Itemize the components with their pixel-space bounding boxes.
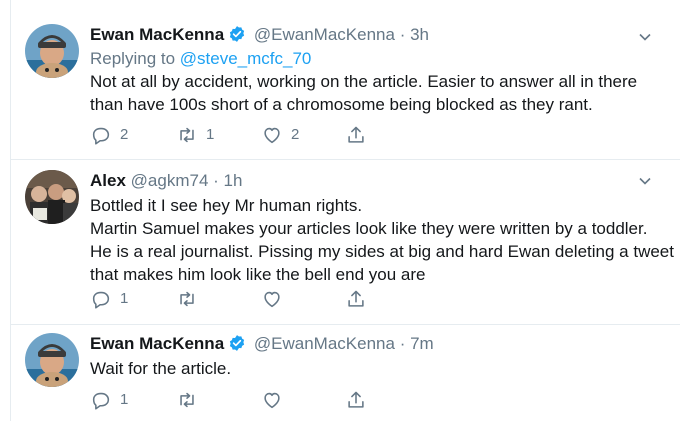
retweet-button[interactable]: 1 <box>176 124 214 146</box>
user-handle[interactable]: @EwanMacKenna <box>254 334 395 353</box>
avatar[interactable] <box>25 170 79 224</box>
tweet-text-line: Martin Samuel makes your articles look l… <box>90 219 648 238</box>
reply-icon <box>92 127 110 145</box>
chevron-down-icon[interactable] <box>638 30 652 44</box>
heart-icon <box>264 127 280 144</box>
tweet-text-line: that makes him look like the bell end yo… <box>90 265 426 284</box>
tweet-text: Wait for the article. <box>90 357 670 380</box>
timestamp[interactable]: · 3h <box>400 25 429 44</box>
tweet-actions: 2 1 2 <box>90 124 390 146</box>
display-name[interactable]: Alex <box>90 171 126 190</box>
user-handle[interactable]: @agkm74 <box>131 171 209 190</box>
tweet-header: Ewan MacKenna @EwanMacKenna · 3h <box>90 24 429 48</box>
display-name[interactable]: Ewan MacKenna <box>90 334 224 353</box>
share-icon <box>348 391 364 408</box>
retweet-icon <box>180 392 194 408</box>
tweet-text-line: Not at all by accident, working on the a… <box>90 72 638 91</box>
retweet-icon <box>180 127 194 143</box>
share-icon <box>348 126 364 143</box>
share-button[interactable] <box>345 389 367 411</box>
share-button[interactable] <box>345 288 367 310</box>
tweet-text: Not at all by accident, working on the a… <box>90 70 670 116</box>
display-name[interactable]: Ewan MacKenna <box>90 25 224 44</box>
reply-count: 1 <box>120 290 129 307</box>
tweet-actions: 1 <box>90 288 390 310</box>
retweet-button[interactable] <box>176 288 206 310</box>
tweet[interactable]: Ewan MacKenna @EwanMacKenna · 7m Wait fo… <box>10 325 680 421</box>
verified-badge-icon <box>228 25 246 49</box>
tweet-text-line: He is a real journalist. Pissing my side… <box>90 242 674 261</box>
retweet-icon <box>180 291 194 307</box>
reply-icon <box>92 392 110 410</box>
reply-icon <box>92 291 110 309</box>
tweet[interactable]: Ewan MacKenna @EwanMacKenna · 3h Replyin… <box>10 0 680 160</box>
reply-count: 1 <box>120 391 129 408</box>
heart-icon <box>264 291 280 308</box>
tweet-text-line: than have 100s short of a chromosome bei… <box>90 95 593 114</box>
replying-to: Replying to @steve_mcfc_70 <box>90 48 311 70</box>
reply-button[interactable]: 2 <box>90 124 128 146</box>
tweet-text: Bottled it I see hey Mr human rights. Ma… <box>90 194 674 286</box>
replying-to-link[interactable]: @steve_mcfc_70 <box>180 49 312 68</box>
tweet-text-line: Wait for the article. <box>90 359 232 378</box>
reply-count: 2 <box>120 126 129 143</box>
retweet-button[interactable] <box>176 389 206 411</box>
timestamp[interactable]: · 1h <box>213 171 242 190</box>
user-handle[interactable]: @EwanMacKenna <box>254 25 395 44</box>
avatar[interactable] <box>25 24 79 78</box>
avatar[interactable] <box>25 333 79 387</box>
share-icon <box>348 290 364 307</box>
retweet-count: 1 <box>206 126 215 143</box>
tweet[interactable]: Alex @agkm74 · 1h Bottled it I see hey M… <box>10 160 680 325</box>
like-count: 2 <box>291 126 300 143</box>
heart-icon <box>264 392 280 409</box>
reply-button[interactable]: 1 <box>90 288 128 310</box>
tweet-actions: 1 <box>90 389 390 411</box>
share-button[interactable] <box>345 124 367 146</box>
like-button[interactable] <box>261 288 291 310</box>
reply-button[interactable]: 1 <box>90 389 128 411</box>
verified-badge-icon <box>228 334 246 358</box>
chevron-down-icon[interactable] <box>638 174 652 188</box>
like-button[interactable] <box>261 389 291 411</box>
replying-to-label: Replying to <box>90 49 180 68</box>
tweet-header: Alex @agkm74 · 1h <box>90 170 242 194</box>
timestamp[interactable]: · 7m <box>400 334 434 353</box>
like-button[interactable]: 2 <box>261 124 299 146</box>
tweet-text-line: Bottled it I see hey Mr human rights. <box>90 196 363 215</box>
tweet-header: Ewan MacKenna @EwanMacKenna · 7m <box>90 333 434 357</box>
